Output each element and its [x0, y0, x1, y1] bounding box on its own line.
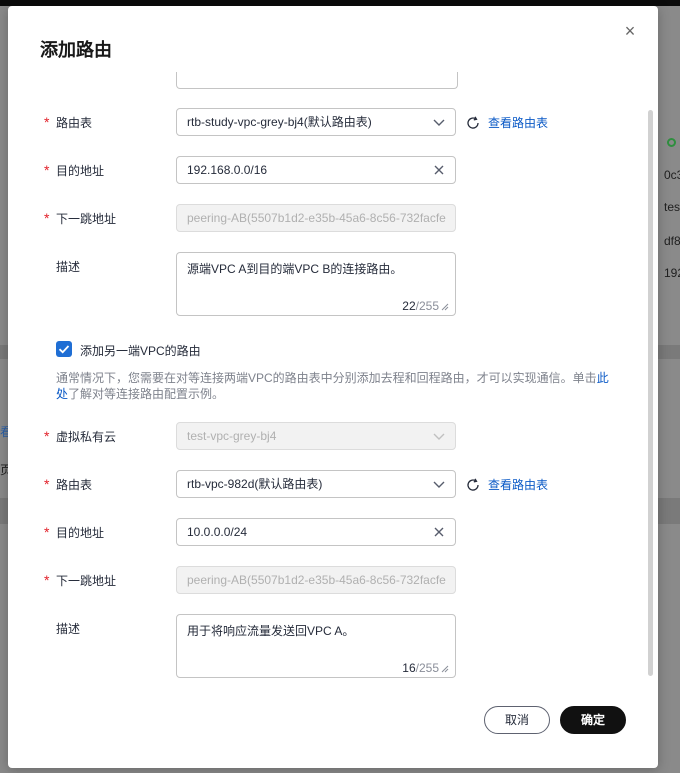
dialog-title: 添加路由	[40, 40, 112, 60]
next-hop-label: * 下一跳地址	[44, 572, 117, 588]
clear-icon[interactable]	[432, 525, 446, 539]
required-marker: *	[44, 162, 50, 178]
route-table-value: rtb-vpc-982d(默认路由表)	[187, 477, 323, 491]
next-hop-input: peering-AB(5507b1d2-e35b-45a6-8c56-732fa…	[176, 204, 456, 232]
next-hop-input: peering-AB(5507b1d2-e35b-45a6-8c56-732fa…	[176, 566, 456, 594]
next-hop-label: * 下一跳地址	[44, 210, 117, 226]
add-other-end-checkbox[interactable]	[56, 341, 72, 357]
destination-value: 10.0.0.0/24	[187, 525, 248, 539]
view-route-table-link[interactable]: 查看路由表	[488, 476, 548, 493]
description-textarea[interactable]: 用于将响应流量发送回VPC A。 16/255	[176, 614, 456, 678]
add-other-end-label[interactable]: 添加另一端VPC的路由	[80, 342, 201, 359]
required-marker: *	[44, 428, 50, 444]
vpc-label: * 虚拟私有云	[44, 428, 117, 444]
destination-value: 192.168.0.0/16	[187, 163, 268, 177]
status-icon	[667, 138, 676, 147]
background-cell: df8	[664, 234, 680, 248]
refresh-icon[interactable]	[465, 115, 481, 131]
required-marker: *	[44, 572, 50, 588]
destination-label: * 目的地址	[44, 162, 105, 178]
close-icon[interactable]: ×	[622, 22, 638, 40]
required-marker: *	[44, 114, 50, 130]
next-hop-value: peering-AB(5507b1d2-e35b-45a6-8c56-732fa…	[187, 573, 446, 587]
clipped-field	[176, 72, 458, 89]
required-marker: *	[44, 524, 50, 540]
destination-input[interactable]: 192.168.0.0/16	[176, 156, 456, 184]
next-hop-value: peering-AB(5507b1d2-e35b-45a6-8c56-732fa…	[187, 211, 446, 225]
route-table-value: rtb-study-vpc-grey-bj4(默认路由表)	[187, 115, 372, 129]
required-marker: *	[44, 210, 50, 226]
destination-input[interactable]: 10.0.0.0/24	[176, 518, 456, 546]
chevron-down-icon	[433, 433, 445, 440]
route-config-note: 通常情况下，您需要在对等连接两端VPC的路由表中分别添加去程和回程路由，才可以实…	[56, 371, 609, 401]
refresh-icon[interactable]	[465, 477, 481, 493]
checkmark-icon	[58, 345, 70, 354]
description-value: 源端VPC A到目的端VPC B的连接路由。	[187, 262, 403, 276]
background-cell: 0c3	[664, 168, 680, 182]
route-table-label: * 路由表	[44, 476, 93, 492]
chevron-down-icon	[433, 119, 445, 126]
route-table-label: * 路由表	[44, 114, 93, 130]
char-counter: 22/255	[402, 299, 449, 313]
view-route-table-link[interactable]: 查看路由表	[488, 114, 548, 131]
background-cell: 192	[664, 266, 680, 280]
destination-label: * 目的地址	[44, 524, 105, 540]
vpc-value: test-vpc-grey-bj4	[187, 429, 277, 443]
background-cell: tes	[664, 200, 680, 214]
clear-icon[interactable]	[432, 163, 446, 177]
route-table-select[interactable]: rtb-study-vpc-grey-bj4(默认路由表)	[176, 108, 456, 136]
resize-icon[interactable]	[441, 665, 449, 673]
required-marker: *	[44, 476, 50, 492]
add-route-dialog: 添加路由 × * 路由表 rtb-study-vpc-grey-bj4(默认路由…	[8, 6, 658, 768]
description-textarea[interactable]: 源端VPC A到目的端VPC B的连接路由。 22/255	[176, 252, 456, 316]
cancel-button[interactable]: 取消	[484, 706, 550, 734]
resize-icon[interactable]	[441, 303, 449, 311]
char-counter: 16/255	[402, 661, 449, 675]
vpc-select: test-vpc-grey-bj4	[176, 422, 456, 450]
confirm-button[interactable]: 确定	[560, 706, 626, 734]
chevron-down-icon	[433, 481, 445, 488]
scrollbar[interactable]	[648, 110, 653, 676]
description-label: 描述	[56, 260, 81, 274]
description-label: 描述	[56, 622, 81, 636]
route-table-select[interactable]: rtb-vpc-982d(默认路由表)	[176, 470, 456, 498]
description-value: 用于将响应流量发送回VPC A。	[187, 624, 355, 638]
